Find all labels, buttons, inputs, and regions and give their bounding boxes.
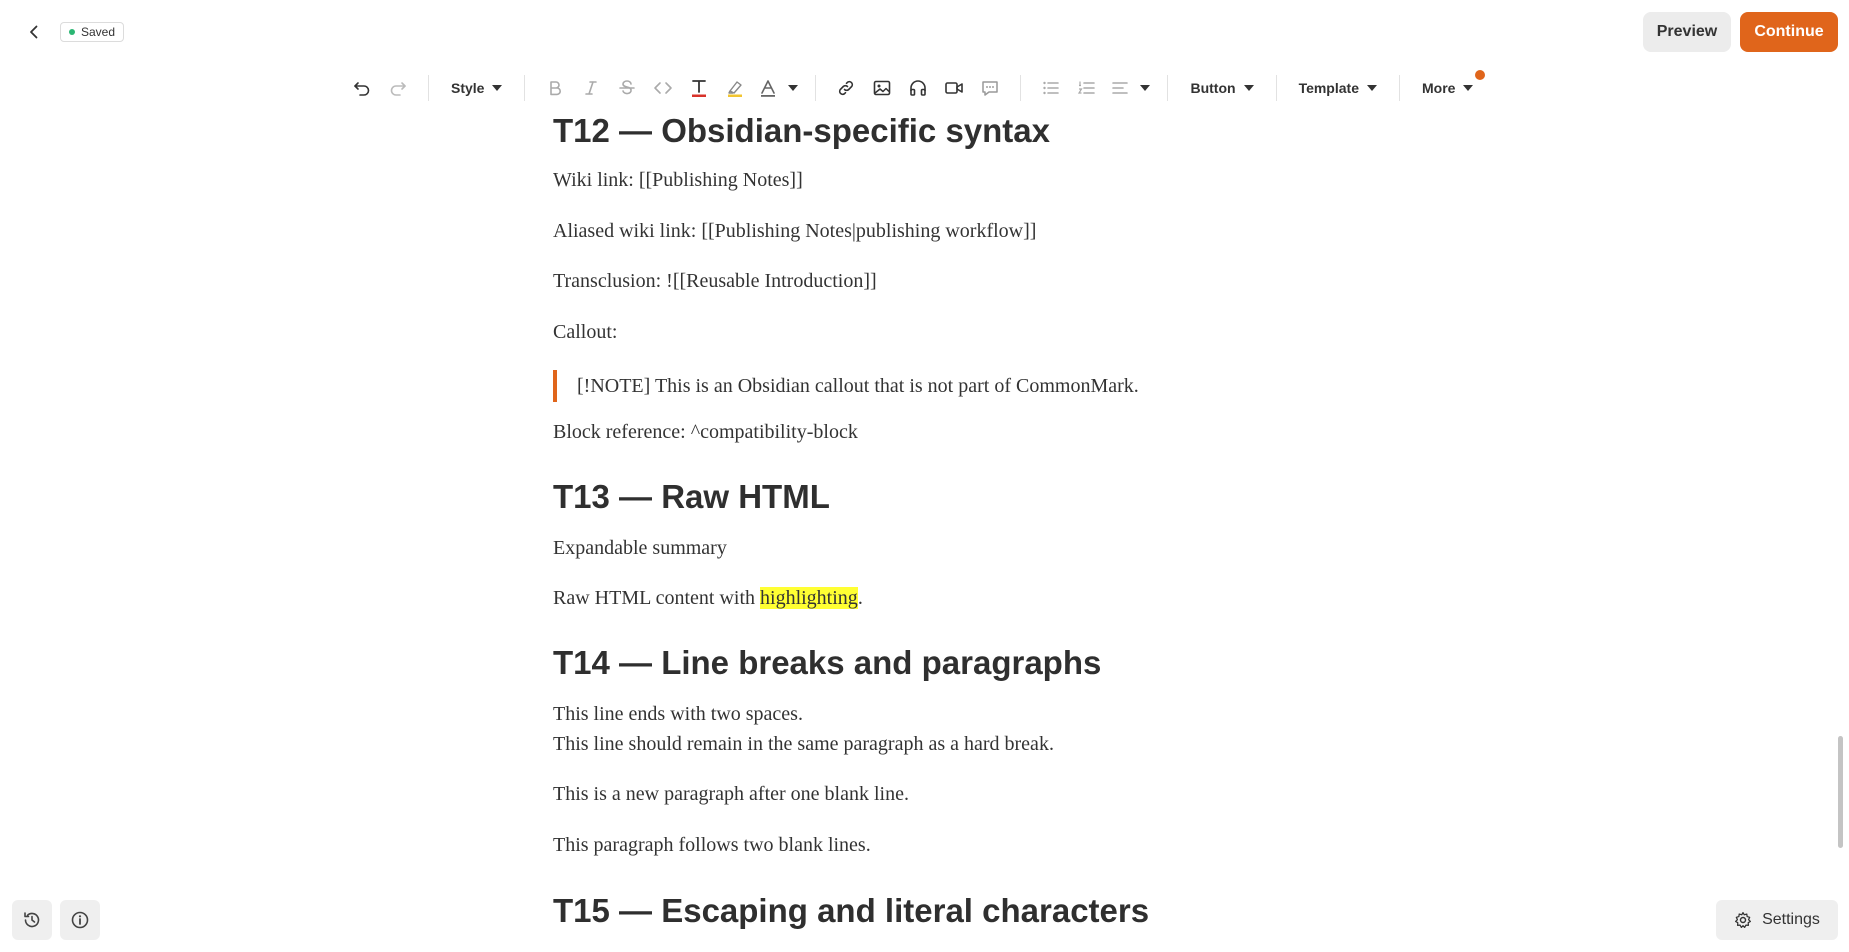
- notification-dot: [1475, 70, 1486, 80]
- toolbar-divider: [1020, 75, 1022, 101]
- heading-t14: T14 — Line breaks and paragraphs: [553, 644, 1102, 681]
- preview-button[interactable]: Preview: [1643, 12, 1731, 52]
- history-icon: [24, 912, 40, 928]
- link-icon: [839, 80, 854, 96]
- align-left-icon: [1112, 82, 1129, 94]
- font-color-button[interactable]: [753, 70, 783, 106]
- bold-icon: [550, 81, 562, 96]
- bullet-list-button[interactable]: [1033, 70, 1069, 106]
- raw-html-line: Raw HTML content with highlighting.: [553, 587, 863, 610]
- info-button[interactable]: [60, 900, 100, 940]
- video-camera-icon: [945, 82, 964, 94]
- saved-status-dot: [69, 29, 75, 35]
- callout-label: Callout:: [553, 321, 618, 343]
- editor-toolbar: Style Button Template More: [344, 70, 1487, 106]
- caret-down-icon: [1463, 85, 1474, 91]
- callout-text: [!NOTE] This is an Obsidian callout that…: [577, 374, 1139, 397]
- caret-down-icon: [492, 85, 503, 91]
- line-break-line-1: This line ends with two spaces.: [553, 703, 803, 725]
- more-dropdown-label: More: [1422, 80, 1456, 96]
- comment-icon: [982, 81, 999, 96]
- template-dropdown-label: Template: [1298, 80, 1359, 96]
- italic-icon: [585, 81, 598, 95]
- paragraph-after-two-blank-lines: This paragraph follows two blank lines.: [553, 834, 871, 856]
- template-dropdown[interactable]: Template: [1289, 70, 1387, 106]
- toolbar-divider: [428, 75, 429, 101]
- insert-comment-button[interactable]: [972, 70, 1008, 106]
- back-button[interactable]: [20, 18, 48, 46]
- button-dropdown[interactable]: Button: [1180, 70, 1263, 106]
- heading-t12: T12 — Obsidian-specific syntax: [553, 112, 1050, 149]
- text-color-icon: [692, 80, 707, 97]
- caret-down-icon: [788, 85, 799, 91]
- font-color-dropdown[interactable]: [783, 70, 803, 106]
- version-history-button[interactable]: [12, 900, 52, 940]
- wiki-link-line: Wiki link: [[Publishing Notes]]: [553, 169, 803, 191]
- insert-image-button[interactable]: [864, 70, 900, 106]
- insert-link-button[interactable]: [828, 70, 864, 106]
- insert-audio-button[interactable]: [900, 70, 936, 106]
- undo-button[interactable]: [344, 70, 380, 106]
- bullet-list-icon: [1043, 81, 1060, 95]
- raw-html-prefix: Raw HTML content with: [553, 587, 761, 609]
- caret-down-icon: [1243, 85, 1254, 91]
- transclusion-line: Transclusion: ![[Reusable Introduction]]: [553, 270, 877, 292]
- heading-t13: T13 — Raw HTML: [553, 478, 830, 515]
- undo-icon: [354, 82, 370, 96]
- insert-video-button[interactable]: [936, 70, 972, 106]
- strikethrough-button[interactable]: [609, 70, 645, 106]
- expandable-summary: Expandable summary: [553, 537, 727, 559]
- caret-down-icon: [1140, 85, 1151, 91]
- raw-html-suffix: .: [857, 587, 863, 609]
- italic-button[interactable]: [573, 70, 609, 106]
- align-dropdown[interactable]: [1135, 70, 1155, 106]
- headphones-icon: [910, 80, 927, 96]
- heading-t15: T15 — Escaping and literal characters: [553, 892, 1150, 929]
- line-break-line-2: This line should remain in the same para…: [553, 733, 1054, 755]
- saved-status-label: Saved: [81, 25, 116, 39]
- toolbar-divider: [1275, 75, 1277, 101]
- aliased-wiki-link-line: Aliased wiki link: [[Publishing Notes|pu…: [553, 220, 1037, 242]
- highlight-color-button[interactable]: [717, 70, 753, 106]
- toolbar-divider: [1167, 75, 1169, 101]
- settings-button[interactable]: Settings: [1716, 900, 1838, 940]
- top-bar: Saved Preview Continue: [0, 0, 1849, 64]
- chevron-left-icon: [30, 25, 38, 39]
- paragraph-after-blank-line: This is a new paragraph after one blank …: [553, 783, 909, 805]
- settings-label: Settings: [1762, 911, 1820, 928]
- highlighter-icon: [728, 81, 743, 97]
- continue-button[interactable]: Continue: [1740, 12, 1838, 52]
- text-color-button[interactable]: [681, 70, 717, 106]
- toolbar-divider: [524, 75, 526, 101]
- numbered-list-icon: [1078, 81, 1096, 94]
- callout-blockquote: [!NOTE] This is an Obsidian callout that…: [553, 370, 1139, 402]
- strikethrough-icon: [619, 80, 636, 95]
- numbered-list-button[interactable]: [1069, 70, 1105, 106]
- redo-icon: [390, 82, 406, 96]
- button-dropdown-label: Button: [1190, 80, 1236, 96]
- image-icon: [874, 80, 891, 96]
- style-dropdown[interactable]: Style: [441, 70, 512, 106]
- toolbar-divider: [1399, 75, 1400, 101]
- align-button[interactable]: [1105, 70, 1135, 106]
- redo-button[interactable]: [380, 70, 416, 106]
- code-icon: [654, 82, 673, 94]
- more-dropdown[interactable]: More: [1412, 70, 1487, 106]
- bold-button[interactable]: [537, 70, 573, 106]
- caret-down-icon: [1367, 85, 1377, 91]
- block-reference-line: Block reference: ^compatibility-block: [553, 421, 858, 443]
- toolbar-divider: [815, 75, 817, 101]
- font-color-icon: [761, 80, 776, 97]
- highlighted-text: highlighting: [760, 587, 858, 609]
- style-dropdown-label: Style: [451, 80, 485, 96]
- gear-icon: [1735, 911, 1752, 929]
- inline-code-button[interactable]: [645, 70, 681, 106]
- scrollbar-thumb[interactable]: [1838, 736, 1843, 848]
- saved-status-badge: Saved: [60, 22, 125, 42]
- info-icon: [71, 911, 89, 929]
